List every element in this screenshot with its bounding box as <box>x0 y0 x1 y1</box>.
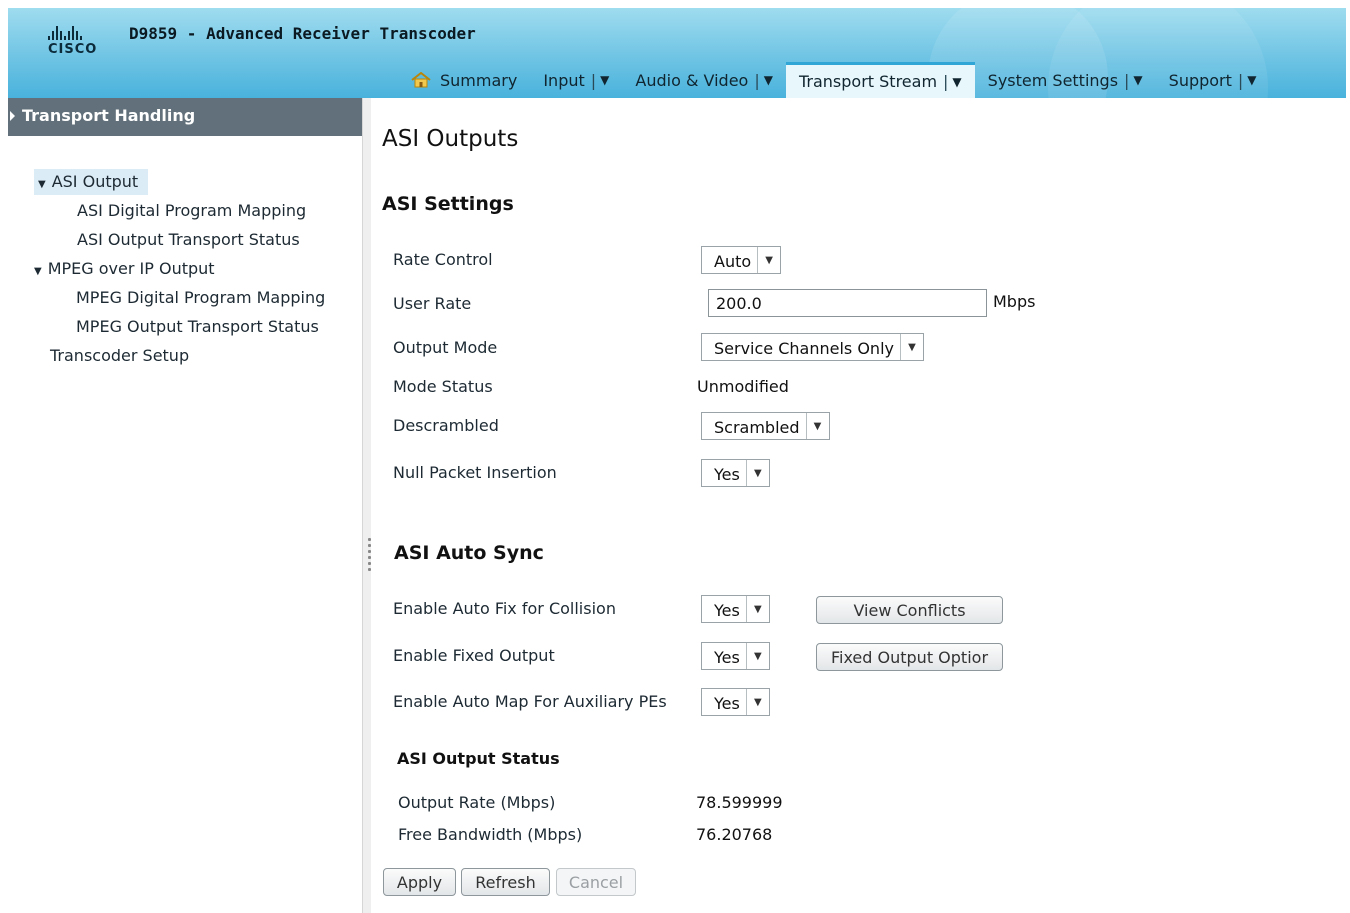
auto-map-auxiliary-select[interactable]: Yes ▼ <box>701 688 770 716</box>
nav-separator: | <box>1124 70 1130 90</box>
auto-fix-collision-value: Yes <box>714 601 740 620</box>
cisco-logo: CISCO <box>48 26 118 60</box>
expand-arrow-icon[interactable]: ▼ <box>38 179 46 190</box>
chevron-down-icon: ▼ <box>952 74 962 89</box>
sidebar-item-label: MPEG Digital Program Mapping <box>76 288 326 307</box>
null-packet-insertion-value: Yes <box>714 465 740 484</box>
nav-support-label: Support <box>1168 70 1232 90</box>
fixed-output-value: Yes <box>714 648 740 667</box>
descrambled-value: Scrambled <box>714 418 800 437</box>
mode-status-value: Unmodified <box>697 377 789 396</box>
apply-button[interactable]: Apply <box>383 868 456 896</box>
header-bar: CISCO D9859 - Advanced Receiver Transcod… <box>8 8 1346 98</box>
expand-arrow-icon[interactable]: ▼ <box>34 266 42 277</box>
output-rate-value: 78.599999 <box>696 793 783 812</box>
nav-separator: | <box>943 72 949 91</box>
page-title: ASI Outputs <box>382 126 519 152</box>
free-bandwidth-value: 76.20768 <box>696 825 773 844</box>
sidebar-item-mpeg-digital-program-mapping[interactable]: MPEG Digital Program Mapping <box>76 285 325 311</box>
home-icon <box>411 71 431 88</box>
nav-separator: | <box>590 70 597 90</box>
output-mode-label: Output Mode <box>393 338 498 357</box>
descrambled-label: Descrambled <box>393 416 499 435</box>
sidebar-item-asi-output[interactable]: ▼ ASI Output <box>34 169 149 195</box>
descrambled-select[interactable]: Scrambled ▼ <box>701 412 830 440</box>
user-rate-unit: Mbps <box>993 292 1036 311</box>
dropdown-arrow-icon: ▼ <box>745 689 769 715</box>
cisco-logo-bars-icon <box>48 26 82 40</box>
sidebar-item-mpeg-over-ip-output[interactable]: ▼ MPEG over IP Output <box>34 256 215 282</box>
null-packet-insertion-select[interactable]: Yes ▼ <box>701 459 770 487</box>
nav-system-settings-label: System Settings <box>987 70 1119 90</box>
output-rate-label: Output Rate (Mbps) <box>398 793 556 812</box>
sidebar-item-label: ASI Output Transport Status <box>77 230 300 249</box>
sidebar-item-mpeg-output-transport-status[interactable]: MPEG Output Transport Status <box>76 314 319 340</box>
auto-map-auxiliary-value: Yes <box>714 694 740 713</box>
sidebar-item-asi-output-transport-status[interactable]: ASI Output Transport Status <box>77 227 300 253</box>
nav-audio-video-label: Audio & Video <box>635 70 749 90</box>
cancel-button[interactable]: Cancel <box>556 868 636 896</box>
chevron-down-icon: ▼ <box>1133 73 1143 87</box>
rate-control-value: Auto <box>714 252 752 271</box>
user-rate-label: User Rate <box>393 294 472 313</box>
main-content: ASI Outputs ASI Settings Rate Control Au… <box>370 98 1346 913</box>
rate-control-label: Rate Control <box>393 250 493 269</box>
dropdown-arrow-icon: ▼ <box>745 460 769 486</box>
app-title: D9859 - Advanced Receiver Transcoder <box>129 24 476 43</box>
dropdown-arrow-icon: ▼ <box>805 413 829 439</box>
sidebar-item-label: ASI Digital Program Mapping <box>77 201 307 220</box>
null-packet-insertion-label: Null Packet Insertion <box>393 463 557 482</box>
rate-control-select[interactable]: Auto ▼ <box>701 246 782 274</box>
free-bandwidth-label: Free Bandwidth (Mbps) <box>398 825 583 844</box>
dropdown-arrow-icon: ▼ <box>757 247 780 273</box>
dropdown-arrow-icon: ▼ <box>745 643 769 669</box>
app-window: CISCO D9859 - Advanced Receiver Transcod… <box>8 8 1346 913</box>
caret-right-icon <box>10 111 15 121</box>
nav-audio-video[interactable]: Audio & Video | ▼ <box>622 62 786 98</box>
view-conflicts-button[interactable]: View Conflicts <box>816 596 1003 624</box>
dropdown-arrow-icon: ▼ <box>745 596 769 622</box>
sidebar-item-label: MPEG over IP Output <box>47 259 215 278</box>
fixed-output-label: Enable Fixed Output <box>393 646 555 665</box>
fixed-output-select[interactable]: Yes ▼ <box>701 642 770 670</box>
output-mode-select[interactable]: Service Channels Only ▼ <box>701 333 924 361</box>
sidebar-item-label: MPEG Output Transport Status <box>76 317 319 336</box>
nav-summary[interactable]: Summary <box>398 62 530 98</box>
auto-map-auxiliary-label: Enable Auto Map For Auxiliary PEs <box>393 692 667 711</box>
nav-support[interactable]: Support | ▼ <box>1156 62 1270 98</box>
fixed-output-options-button[interactable]: Fixed Output Optior <box>816 643 1003 671</box>
asi-auto-sync-title: ASI Auto Sync <box>394 542 544 564</box>
user-rate-input[interactable] <box>708 289 987 317</box>
nav-separator: | <box>1237 70 1244 90</box>
sidebar: Transport Handling ▼ ASI Output ASI Digit… <box>8 98 362 913</box>
mode-status-label: Mode Status <box>393 377 493 396</box>
chevron-down-icon: ▼ <box>763 73 773 87</box>
nav-system-settings[interactable]: System Settings | ▼ <box>975 62 1156 98</box>
output-mode-value: Service Channels Only <box>714 339 894 358</box>
nav-input-label: Input <box>543 70 585 90</box>
sidebar-item-label: ASI Output <box>51 172 139 191</box>
sidebar-title-label: Transport Handling <box>22 106 196 125</box>
auto-fix-collision-select[interactable]: Yes ▼ <box>701 595 770 623</box>
sidebar-item-transcoder-setup[interactable]: Transcoder Setup <box>50 343 189 369</box>
chevron-down-icon: ▼ <box>1247 73 1257 87</box>
chevron-down-icon: ▼ <box>600 73 610 87</box>
top-nav: Summary Input | ▼ Audio & Video | ▼ Tran… <box>398 62 1270 98</box>
nav-transport-stream[interactable]: Transport Stream | ▼ <box>785 62 975 98</box>
sidebar-item-label: Transcoder Setup <box>50 346 190 365</box>
nav-separator: | <box>754 70 760 90</box>
sidebar-item-asi-digital-program-mapping[interactable]: ASI Digital Program Mapping <box>77 198 306 224</box>
auto-fix-collision-label: Enable Auto Fix for Collision <box>393 599 616 618</box>
sidebar-title: Transport Handling <box>8 98 362 136</box>
asi-settings-title: ASI Settings <box>382 193 514 215</box>
refresh-button[interactable]: Refresh <box>461 868 550 896</box>
dropdown-arrow-icon: ▼ <box>899 334 923 360</box>
nav-summary-label: Summary <box>440 70 518 90</box>
asi-output-status-title: ASI Output Status <box>397 749 560 768</box>
nav-input[interactable]: Input | ▼ <box>530 62 622 98</box>
nav-transport-stream-label: Transport Stream <box>798 72 938 91</box>
cisco-logo-text: CISCO <box>48 42 98 57</box>
